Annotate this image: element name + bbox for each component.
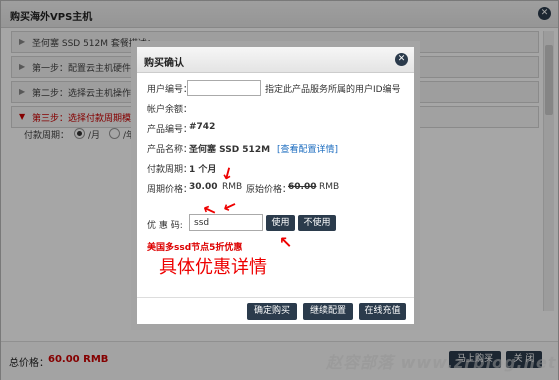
promo-note: 美国多ssd节点5折优惠 <box>147 243 243 253</box>
original-price-unit: RMB <box>319 182 340 192</box>
dialog-close-icon[interactable]: ✕ <box>395 53 408 66</box>
product-name-value: 圣何塞 SSD 512M <box>189 145 271 155</box>
balance-label: 帐户余额： <box>147 105 193 115</box>
dialog-title: 购买确认 <box>144 58 184 69</box>
product-id-value: #742 <box>189 122 216 132</box>
period-label: 付款周期： <box>147 165 193 175</box>
view-config-details-link[interactable]: [查看配置详情] <box>277 142 338 155</box>
product-id-label: 产品编号： <box>147 125 193 135</box>
original-price-value: 60.00 <box>288 182 317 192</box>
promo-detail-annotation: 具体优惠详情 <box>159 257 267 278</box>
price-value: 30.00 <box>189 182 218 192</box>
price-label: 周期价格： <box>147 185 193 195</box>
user-id-input[interactable] <box>187 80 261 96</box>
purchase-confirm-dialog: 购买确认 ✕ 用户编号： 指定此产品服务所属的用户ID编号 帐户余额： 产品编号… <box>131 41 420 330</box>
coupon-input[interactable] <box>189 214 263 231</box>
user-id-hint: 指定此产品服务所属的用户ID编号 <box>265 85 401 95</box>
coupon-label: 优 惠 码: <box>147 221 183 231</box>
use-coupon-button[interactable]: 使用 <box>266 215 295 231</box>
confirm-purchase-button[interactable]: 确定购买 <box>247 303 297 320</box>
period-value: 1 个月 <box>189 165 217 175</box>
user-id-label: 用户编号： <box>147 85 193 95</box>
annotation-arrow-icon: ↖ <box>279 233 293 252</box>
watermark: 赵容部落 www.zrblog.net <box>326 353 557 372</box>
original-price-label: 原始价格： <box>246 185 292 195</box>
product-name-label: 产品名称： <box>147 145 193 155</box>
recharge-online-button[interactable]: 在线充值 <box>359 303 406 320</box>
no-coupon-button[interactable]: 不使用 <box>298 215 336 231</box>
continue-config-button[interactable]: 继续配置 <box>303 303 353 320</box>
dialog-divider <box>137 297 414 298</box>
dialog-header: 购买确认 ✕ <box>137 47 414 73</box>
